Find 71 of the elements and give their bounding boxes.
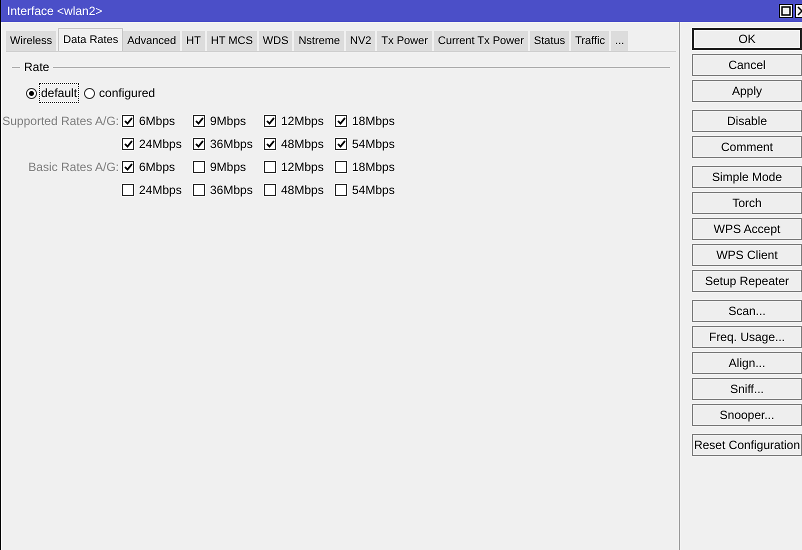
maximize-icon[interactable] (779, 4, 793, 18)
checkbox[interactable] (122, 184, 134, 196)
checkbox[interactable] (193, 115, 205, 127)
tab[interactable]: HT (182, 31, 207, 51)
tab[interactable]: Wireless (6, 31, 58, 51)
action-button[interactable]: WPS Client (692, 244, 802, 266)
field-label: Supported Rates A/G: (2, 113, 119, 130)
tab[interactable]: ... (611, 31, 630, 51)
action-button[interactable]: Reset Configuration (692, 434, 802, 456)
tab[interactable]: NV2 (346, 31, 378, 51)
tab[interactable]: Status (530, 31, 572, 51)
action-button[interactable]: Freq. Usage... (692, 326, 802, 348)
action-button[interactable]: Sniff... (692, 378, 802, 400)
checkbox-label: 48Mbps (281, 136, 324, 153)
checkbox-label: 9Mbps (210, 113, 246, 130)
checkbox-label: 12Mbps (281, 159, 324, 176)
checkbox-label: 24Mbps (139, 182, 182, 199)
checkbox[interactable] (193, 184, 205, 196)
window-title: Interface <wlan2> (7, 3, 104, 20)
tab[interactable]: Data Rates (58, 28, 124, 51)
checkbox[interactable] (122, 138, 134, 150)
checkbox-label: 12Mbps (281, 113, 324, 130)
checkbox[interactable] (264, 161, 276, 173)
action-button[interactable]: WPS Accept (692, 218, 802, 240)
tab[interactable]: WDS (258, 31, 294, 51)
tab[interactable]: HT MCS (206, 31, 259, 51)
radio-button[interactable] (84, 88, 96, 98)
action-button[interactable]: Align... (692, 352, 802, 374)
checkbox[interactable] (264, 115, 276, 127)
action-button[interactable]: OK (692, 28, 802, 50)
checkbox[interactable] (335, 161, 347, 173)
checkbox[interactable] (335, 138, 347, 150)
tab[interactable]: Nstreme (294, 31, 346, 51)
action-button[interactable]: Scan... (692, 300, 802, 322)
tab[interactable]: Traffic (571, 31, 612, 51)
checkbox-label: 48Mbps (281, 182, 324, 199)
checkbox[interactable] (122, 115, 134, 127)
checkbox-label: 54Mbps (352, 182, 395, 199)
checkbox[interactable] (264, 184, 276, 196)
checkbox-label: 6Mbps (139, 159, 176, 176)
checkbox-label: 24Mbps (139, 136, 182, 153)
checkbox-label: 18Mbps (352, 113, 395, 130)
action-button[interactable]: Simple Mode (692, 166, 802, 188)
radio-label: configured (98, 85, 156, 102)
tab[interactable]: Tx Power (377, 31, 434, 51)
checkbox[interactable] (335, 115, 347, 127)
checkbox-label: 36Mbps (210, 136, 253, 153)
checkbox[interactable] (193, 161, 205, 173)
checkbox-label: 9Mbps (210, 159, 246, 176)
checkbox[interactable] (122, 161, 134, 173)
checkbox-label: 6Mbps (139, 113, 176, 130)
action-button[interactable]: Snooper... (692, 404, 802, 426)
tab[interactable]: Current Tx Power (434, 31, 530, 51)
checkbox[interactable] (335, 184, 347, 196)
tab[interactable]: Advanced (123, 31, 182, 51)
checkbox-label: 36Mbps (210, 182, 253, 199)
action-button[interactable]: Disable (692, 110, 802, 132)
section-title: Rate (24, 59, 50, 76)
checkbox-label: 18Mbps (352, 159, 395, 176)
radio-button[interactable] (26, 88, 37, 98)
action-button[interactable]: Apply (692, 80, 802, 102)
action-button[interactable]: Torch (692, 192, 802, 214)
action-button[interactable]: Cancel (692, 54, 802, 76)
checkbox[interactable] (193, 138, 205, 150)
radio-label: default (40, 84, 78, 102)
action-button[interactable]: Setup Repeater (692, 270, 802, 292)
checkbox[interactable] (264, 138, 276, 150)
action-button[interactable]: Comment (692, 136, 802, 158)
checkbox-label: 54Mbps (352, 136, 395, 153)
close-icon[interactable] (795, 4, 802, 18)
field-label: Basic Rates A/G: (28, 159, 119, 176)
